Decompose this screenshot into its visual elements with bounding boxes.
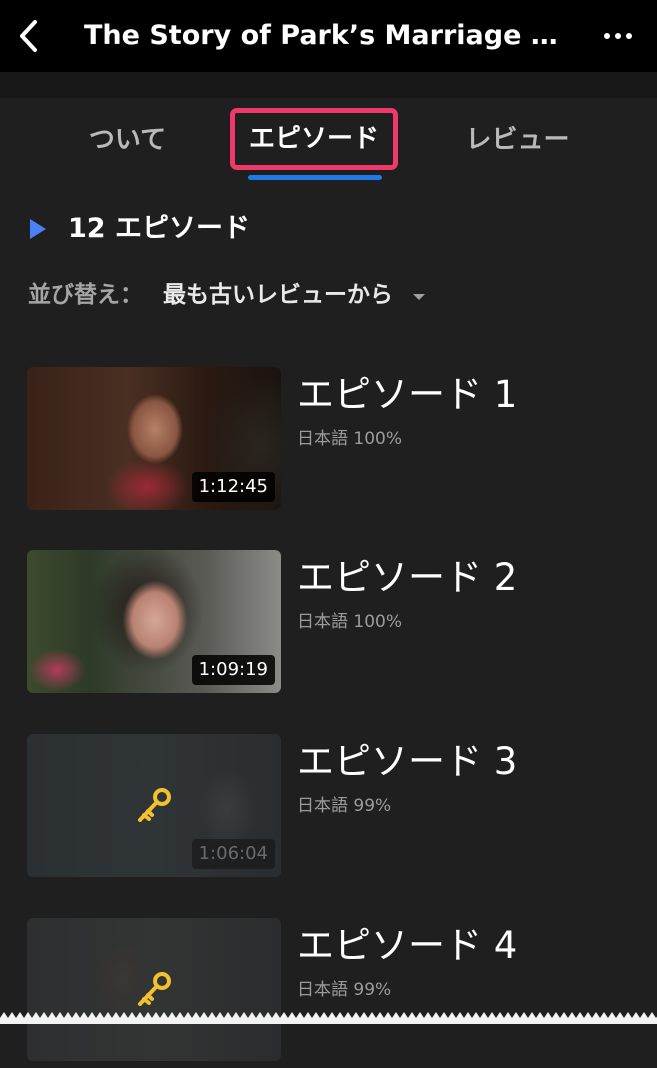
sort-label: 並び替え： [28, 282, 143, 308]
screenshot-torn-edge [0, 1012, 657, 1024]
tab-reviews[interactable]: レビュー [455, 120, 580, 160]
sort-dropdown[interactable]: 最も古いレビューから [163, 277, 393, 313]
episode-language: 日本語 100% [297, 429, 403, 449]
episode-item[interactable]: 1:12:45 エピソード 1 日本語 100% [0, 367, 657, 517]
episode-item[interactable]: 1:09:19 エピソード 2 日本語 100% [0, 550, 657, 700]
tabs-top-shade [0, 72, 657, 98]
episode-language: 日本語 99% [297, 980, 392, 1000]
sort-row: 並び替え： 最も古いレビューから [28, 277, 425, 313]
episode-language: 日本語 99% [297, 796, 392, 816]
episode-thumbnail[interactable] [27, 918, 281, 1061]
duration-badge: 1:12:45 [191, 472, 275, 502]
episode-count-label: 12 エピソード [68, 213, 250, 244]
tab-about[interactable]: ついて [70, 120, 185, 160]
page-title: The Story of Park’s Marriage C... [84, 20, 574, 51]
key-icon [138, 788, 171, 822]
play-icon [30, 219, 46, 239]
episode-thumbnail[interactable]: 1:12:45 [27, 367, 281, 510]
episode-item[interactable]: エピソード 4 日本語 99% [0, 918, 657, 1068]
more-horizontal-icon [604, 33, 610, 39]
key-icon [138, 972, 171, 1006]
episode-title[interactable]: エピソード 2 [297, 554, 517, 602]
duration-badge: 1:06:04 [191, 839, 275, 869]
episode-count-header: 12 エピソード [30, 210, 250, 248]
selected-tab-indicator [248, 175, 382, 180]
episode-thumbnail[interactable]: 1:06:04 [27, 734, 281, 877]
episode-item[interactable]: 1:06:04 エピソード 3 日本語 99% [0, 734, 657, 884]
duration-badge: 1:09:19 [191, 655, 275, 685]
chevron-left-icon [20, 20, 37, 52]
episode-language: 日本語 100% [297, 612, 403, 632]
episode-title[interactable]: エピソード 4 [297, 922, 517, 970]
episode-thumbnail[interactable]: 1:09:19 [27, 550, 281, 693]
tab-episodes[interactable]: エピソード [230, 108, 398, 170]
episode-title[interactable]: エピソード 3 [297, 738, 517, 786]
top-app-bar: The Story of Park’s Marriage C... [0, 0, 657, 72]
caret-down-icon[interactable] [413, 294, 425, 300]
episode-title[interactable]: エピソード 1 [297, 371, 517, 419]
back-button[interactable] [8, 14, 48, 58]
more-options-button[interactable] [594, 18, 642, 54]
